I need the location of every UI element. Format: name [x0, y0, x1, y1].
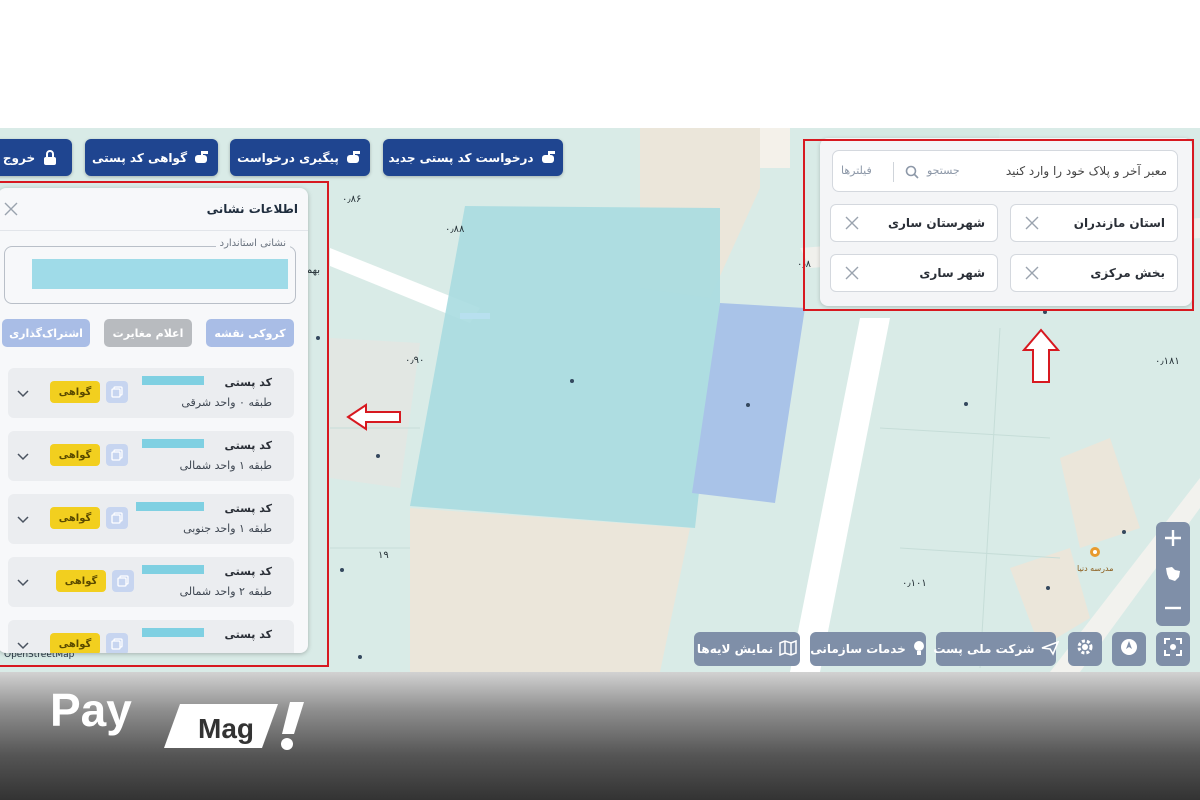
school-pin-icon[interactable] [1088, 546, 1102, 560]
map-point [964, 402, 968, 406]
map-point [358, 655, 362, 659]
new-postcode-request-button[interactable]: درخواست کد پستی جدید [383, 139, 563, 176]
lock-icon [41, 149, 59, 166]
logout-button[interactable]: خروج [0, 139, 72, 176]
settings-button[interactable] [1068, 632, 1102, 666]
annotation-arrow-up-icon [1021, 328, 1061, 384]
show-layers-label: نمایش لایه‌ها [696, 642, 774, 656]
zoom-out-icon[interactable] [1163, 598, 1183, 618]
annotation-frame-info-panel [0, 181, 329, 667]
lightbulb-icon [912, 640, 926, 659]
compass-button[interactable] [1112, 632, 1146, 666]
map-label: ۰٫۱۰۱ [902, 578, 927, 589]
map-point [1122, 530, 1126, 534]
annotation-frame-filter-panel [803, 139, 1194, 311]
map-label: ۰٫۸۸ [445, 224, 465, 235]
paymag-logo: Pay Mag [50, 682, 320, 752]
logout-label: خروج [2, 150, 36, 165]
track-request-button[interactable]: پیگیری درخواست [230, 139, 370, 176]
school-label: مدرسه دنیا [1077, 564, 1114, 573]
map-point [376, 454, 380, 458]
map-point [1046, 586, 1050, 590]
new-postcode-request-label: درخواست کد پستی جدید [388, 150, 534, 165]
mailbox-icon [540, 150, 558, 166]
zoom-in-icon[interactable] [1163, 528, 1183, 548]
compass-icon [1119, 637, 1139, 661]
map-point [570, 379, 574, 383]
show-layers-button[interactable]: نمایش لایه‌ها [694, 632, 800, 666]
map-point [746, 403, 750, 407]
region-map-icon[interactable] [1163, 564, 1183, 584]
map-layers-icon [779, 639, 797, 659]
postcode-certificate-label: گواهی کد پستی [91, 150, 188, 165]
post-bird-icon [1041, 640, 1060, 659]
map-label: ۰٫۸۶ [342, 194, 362, 205]
annotation-arrow-left-icon [346, 402, 402, 432]
map-point [340, 568, 344, 572]
logo-mag-text: Mag [198, 713, 254, 744]
org-services-label: خدمات سازمانی [810, 642, 906, 656]
org-services-button[interactable]: خدمات سازمانی [810, 632, 926, 666]
fullscreen-button[interactable] [1156, 632, 1190, 666]
map-label: ۱۹ [378, 550, 389, 561]
map-label: ۰٫۹۰ [405, 355, 425, 366]
zoom-controls [1156, 522, 1190, 626]
mailbox-icon [193, 150, 211, 166]
gear-icon [1075, 637, 1095, 661]
national-post-button[interactable]: شرکت ملی پست [933, 632, 1060, 666]
screen: { "toolbar": { "new_postcode_request": "… [0, 0, 1200, 800]
mailbox-icon [345, 150, 363, 166]
map-label: ۰٫۱۸۱ [1155, 356, 1180, 367]
logo-pay-text: Pay [50, 684, 132, 736]
track-request-label: پیگیری درخواست [237, 150, 339, 165]
national-post-label: شرکت ملی پست [933, 642, 1035, 656]
postcode-certificate-button[interactable]: گواهی کد پستی [85, 139, 218, 176]
focus-frame-icon [1163, 637, 1183, 661]
